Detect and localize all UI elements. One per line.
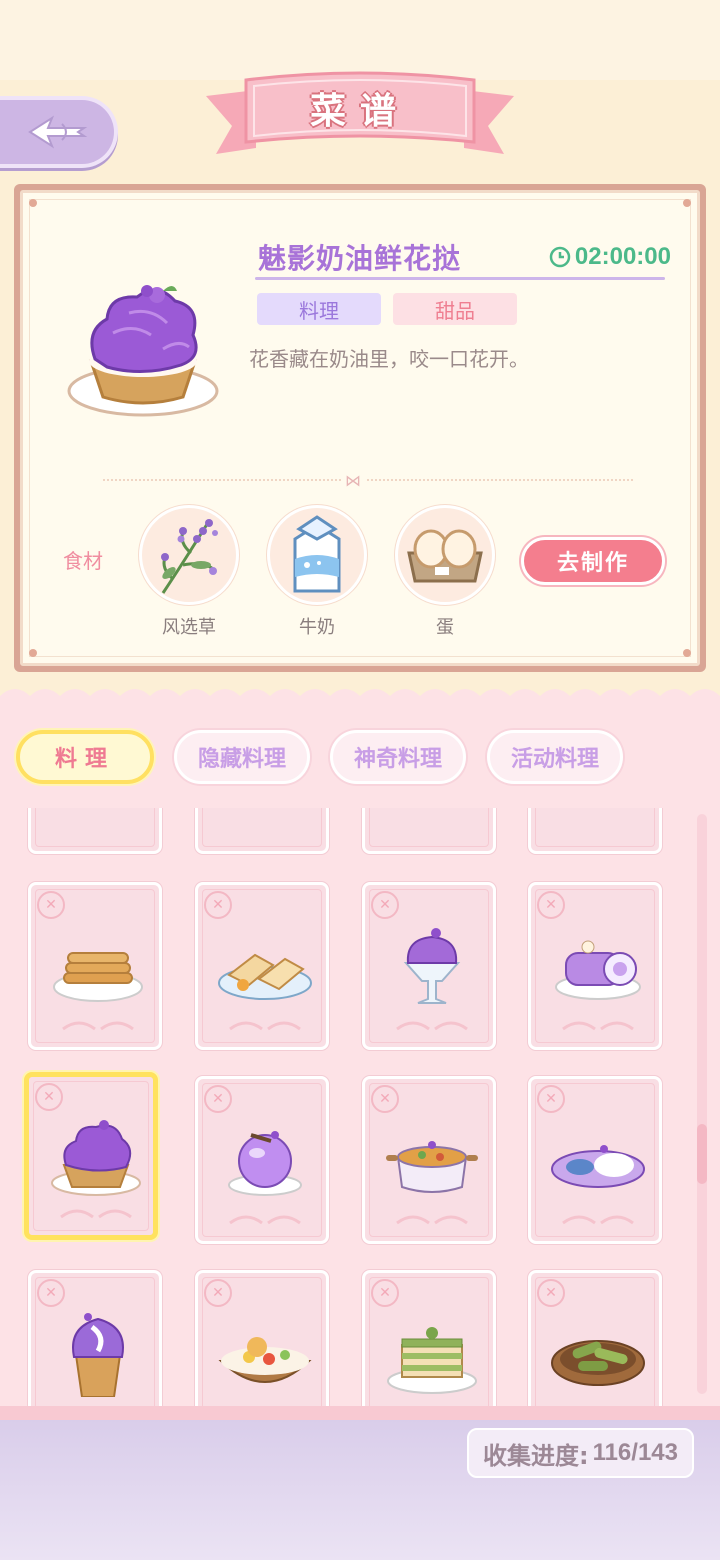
recipe-card[interactable] [528, 808, 662, 854]
laurel-icon [229, 1021, 301, 1031]
lavender-herb-icon [161, 519, 218, 594]
page-title: 菜谱 [309, 91, 410, 132]
tab-event-cuisine[interactable]: 活动料理 [487, 730, 623, 784]
laurel-icon [396, 1021, 468, 1031]
laurel-icon [60, 1209, 132, 1219]
recipe-card[interactable]: ✕ [528, 882, 662, 1050]
recipe-card[interactable]: ✕ [195, 1076, 329, 1244]
ingredient-name: 牛奶 [299, 617, 335, 638]
recipe-card[interactable]: ✕ [362, 882, 496, 1050]
tab-hidden-cuisine[interactable]: 隐藏料理 [174, 730, 310, 784]
recipe-card[interactable] [28, 808, 162, 854]
fork-spoon-icon: ✕ [371, 891, 399, 919]
clock-icon [549, 246, 571, 268]
laurel-icon [62, 1021, 134, 1031]
milk-carton-icon [293, 515, 341, 593]
recipe-description: 花香藏在奶油里，咬一口花开。 [249, 347, 529, 371]
purple-cream-tart-icon [67, 285, 219, 417]
fork-spoon-icon: ✕ [204, 891, 232, 919]
ingredient-name: 风选草 [162, 617, 216, 638]
recipe-name: 魅影奶油鲜花挞 [258, 242, 462, 275]
tag-dessert: 甜品 [393, 293, 517, 325]
ingredient-name: 蛋 [436, 617, 454, 638]
recipe-card-selected[interactable]: ✕ [24, 1072, 158, 1240]
tab-magic-cuisine[interactable]: 神奇料理 [330, 730, 466, 784]
recipe-card[interactable] [195, 808, 329, 854]
ingredient-item[interactable]: 牛奶 [267, 505, 367, 639]
stew-pot-icon [386, 1141, 478, 1193]
divider [103, 479, 633, 481]
recipe-card[interactable]: ✕ [28, 1270, 162, 1406]
fork-spoon-icon: ✕ [204, 1085, 232, 1113]
egg-tray-icon [407, 529, 483, 583]
collection-value: 116/143 [592, 1439, 678, 1466]
purple-ice-cream-cup-icon [72, 1313, 124, 1397]
recipe-name-underline [255, 277, 665, 280]
tag-cuisine: 料理 [257, 293, 381, 325]
fork-spoon-icon: ✕ [537, 1279, 565, 1307]
recipe-card[interactable]: ✕ [528, 1076, 662, 1244]
ingredient-item[interactable]: 风选草 [139, 505, 239, 639]
matcha-cake-icon [387, 1327, 477, 1394]
laurel-icon [396, 1215, 468, 1225]
laurel-icon [562, 1021, 634, 1031]
collection-progress: 收集进度: 116/143 [466, 1428, 694, 1478]
make-button[interactable]: 去制作 [521, 537, 665, 585]
recipe-card[interactable]: ✕ [195, 882, 329, 1050]
grid-scrollbar[interactable] [697, 814, 707, 1394]
purple-roll-cake-icon [555, 940, 641, 1000]
fork-spoon-icon: ✕ [35, 1083, 63, 1111]
fork-spoon-icon: ✕ [37, 1279, 65, 1307]
recipe-card[interactable]: ✕ [195, 1270, 329, 1406]
fork-spoon-icon: ✕ [371, 1085, 399, 1113]
fork-spoon-icon: ✕ [204, 1279, 232, 1307]
green-bean-dish-icon [551, 1340, 645, 1386]
purple-rice-dish-icon [551, 1145, 645, 1188]
timer-value: 02:00:00 [574, 243, 671, 270]
recipe-detail-card: 魅影奶油鲜花挞 02:00:00 料理 甜品 花香藏在奶油里，咬一口花开。 ⋈ … [14, 184, 706, 672]
fork-spoon-icon: ✕ [537, 1085, 565, 1113]
cook-timer: 02:00:00 [549, 243, 671, 271]
fork-spoon-icon: ✕ [537, 891, 565, 919]
fork-spoon-icon: ✕ [37, 891, 65, 919]
recipe-card[interactable]: ✕ [528, 1270, 662, 1406]
pancake-stack-icon [53, 952, 143, 1002]
laurel-icon [562, 1215, 634, 1225]
recipe-grid[interactable]: ✕ ✕ ✕ ✕ ✕ ✕ ✕ ✕ ✕ ✕ ✕ ✕ [0, 808, 720, 1406]
ingredients-label: 食材 [63, 549, 103, 573]
purple-cream-tart-icon [51, 1120, 141, 1196]
fork-spoon-icon: ✕ [371, 1279, 399, 1307]
laurel-icon [229, 1215, 301, 1225]
collection-label: 收集进度: [482, 1441, 589, 1470]
recipe-card[interactable] [362, 808, 496, 854]
bow-icon: ⋈ [341, 471, 365, 490]
ingredient-item[interactable]: 蛋 [395, 505, 495, 639]
scroll-thumb[interactable] [697, 1124, 707, 1184]
pink-scallop-trim [0, 689, 720, 708]
recipe-card[interactable]: ✕ [362, 1076, 496, 1244]
tab-cuisine[interactable]: 料理 [16, 730, 154, 784]
salad-bowl-icon [218, 1337, 312, 1383]
recipe-card[interactable]: ✕ [28, 882, 162, 1050]
recipe-card[interactable]: ✕ [362, 1270, 496, 1406]
purple-sundae-icon [403, 928, 461, 1004]
toast-sandwich-icon [218, 953, 312, 1000]
purple-mousse-icon [228, 1131, 302, 1196]
